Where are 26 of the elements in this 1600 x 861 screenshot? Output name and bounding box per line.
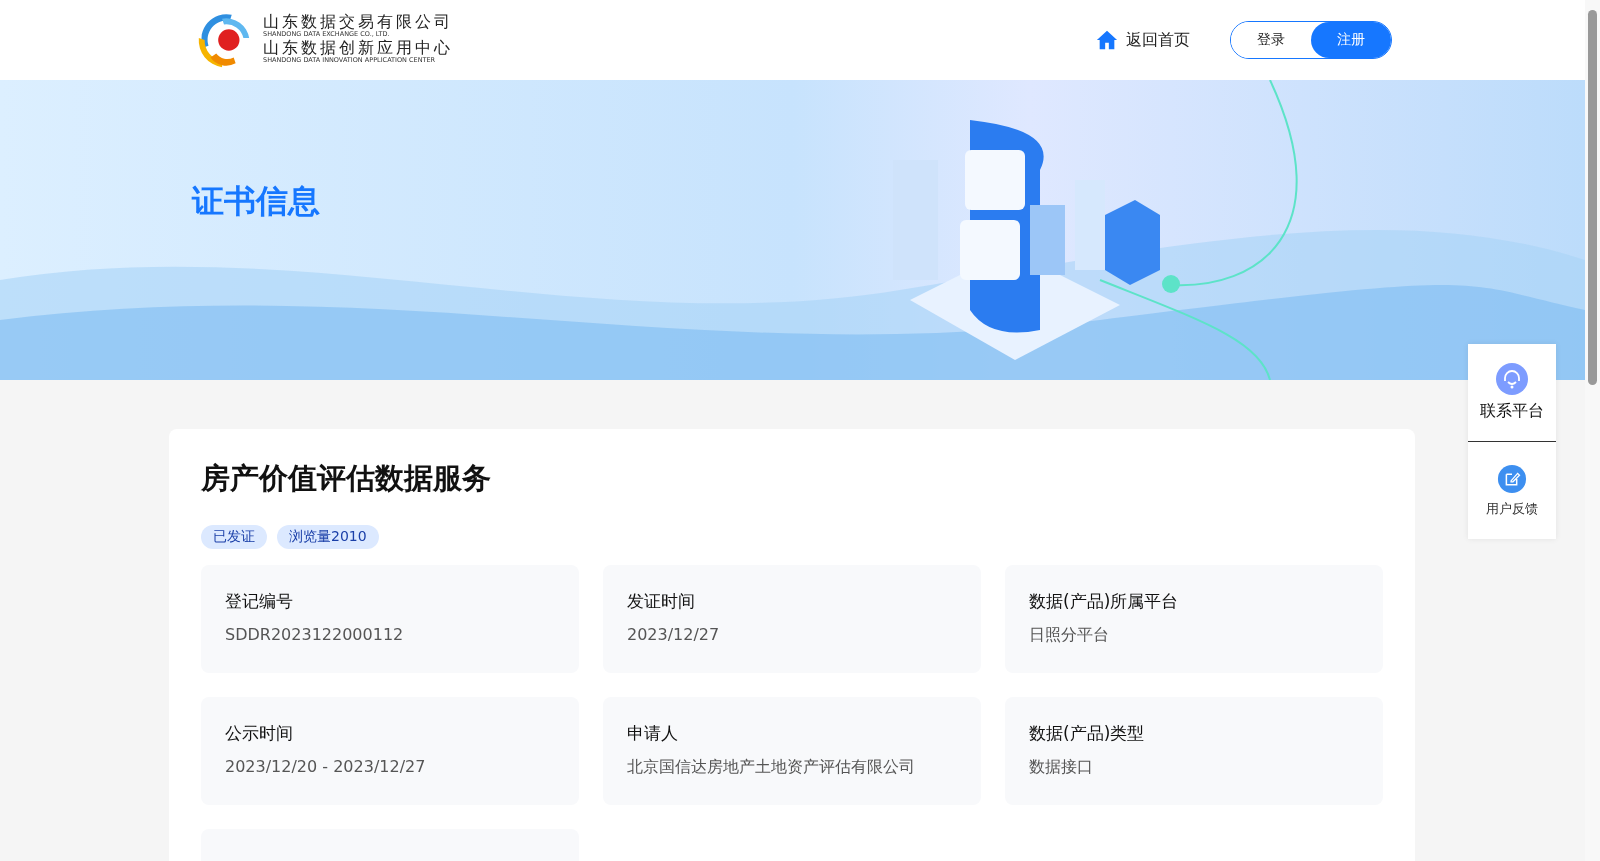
home-link[interactable]: 返回首页 bbox=[1096, 29, 1190, 51]
page-title: 证书信息 bbox=[192, 181, 320, 222]
side-item[interactable]: 用户反馈 bbox=[1468, 442, 1556, 539]
field-label: 申请人 bbox=[627, 722, 678, 745]
field-label: 发证时间 bbox=[627, 590, 695, 613]
field-value: 日照分平台 bbox=[1029, 625, 1109, 646]
side-item[interactable]: 联系平台 bbox=[1468, 344, 1556, 442]
headset-icon bbox=[1496, 363, 1528, 395]
certificate-title: 房产价值评估数据服务 bbox=[201, 460, 491, 497]
home-icon bbox=[1096, 29, 1118, 51]
register-button[interactable]: 注册 bbox=[1311, 22, 1391, 58]
field-label: 登记编号 bbox=[225, 590, 293, 613]
field-value: 北京国信达房地产土地资产评估有限公司 bbox=[627, 757, 915, 778]
tag: 浏览量2010 bbox=[277, 525, 379, 549]
edit-icon bbox=[1497, 463, 1527, 494]
field-label: 数据(产品)类型 bbox=[1029, 722, 1145, 745]
tag: 已发证 bbox=[201, 525, 267, 549]
field-label: 数据(产品)所属平台 bbox=[1029, 590, 1179, 613]
field-value: SDDR2023122000112 bbox=[225, 625, 404, 644]
field-value: 2023/12/20 - 2023/12/27 bbox=[225, 757, 426, 776]
logo-title: 山东数据创新应用中心 bbox=[263, 40, 453, 56]
field-value: 数据接口 bbox=[1029, 757, 1093, 778]
scrollbar[interactable] bbox=[1585, 0, 1600, 861]
field-value: 2023/12/27 bbox=[627, 625, 720, 644]
logo-title: 山东数据交易有限公司 bbox=[263, 13, 453, 30]
field-label: 公示时间 bbox=[225, 722, 293, 745]
